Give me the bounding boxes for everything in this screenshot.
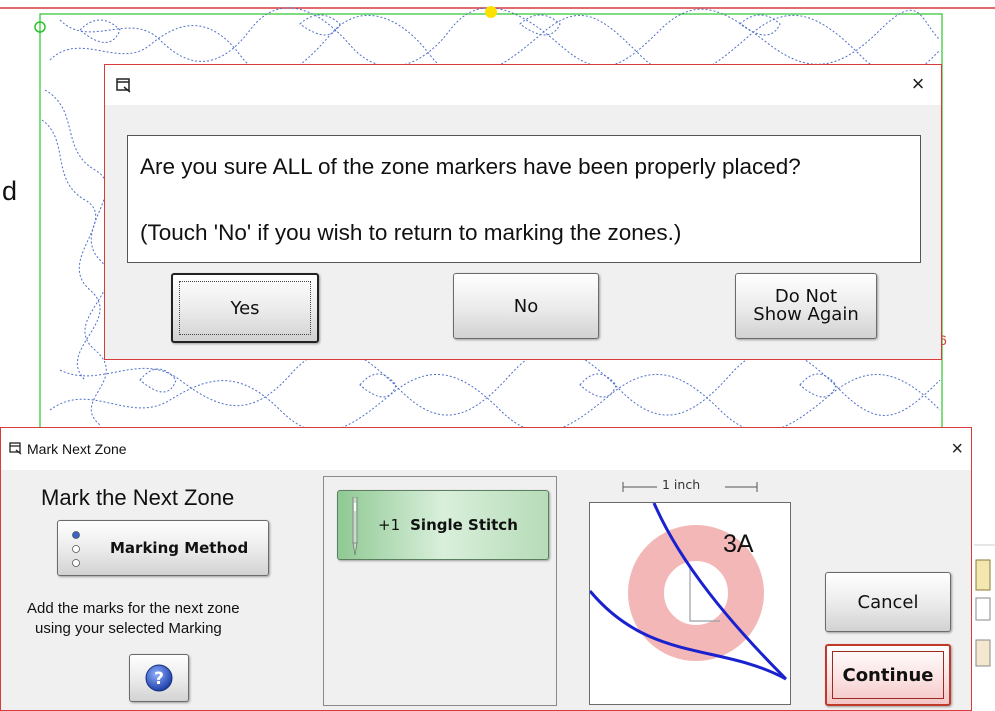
stray-text: d [2,176,18,206]
window-icon [116,78,131,93]
no-label: No [513,295,539,317]
zone-heading: Mark the Next Zone [41,485,235,510]
message-hint: (Touch 'No' if you wish to return to mar… [140,220,682,245]
help-button[interactable]: ? [129,654,189,702]
panel-titlebar: Mark Next Zone × [1,428,971,470]
cancel-label: Cancel [857,591,919,613]
no-button[interactable]: No [453,273,599,339]
single-stitch-button[interactable]: +1 Single Stitch [337,490,549,560]
instructions-line-1: Add the marks for the next zone [27,600,240,617]
do-not-show-again-label: Do Not Show Again [753,288,858,324]
zone-preview [588,502,791,705]
dialog-titlebar: × [105,65,941,105]
marking-method-label: Marking Method [110,539,249,557]
message-box: Are you sure ALL of the zone markers hav… [127,135,921,263]
radio-options-icon [72,531,80,567]
label-line-2: Show Again [753,304,859,325]
do-not-show-again-button[interactable]: Do Not Show Again [735,273,877,339]
help-icon: ? [145,664,173,692]
instructions-line-2: using your selected Marking [35,620,222,637]
continue-button[interactable]: Continue [825,644,951,706]
scale-label: 1 inch [662,477,701,492]
zone-preview-graphic [588,502,788,681]
mark-next-zone-panel: Mark Next Zone × Mark the Next Zone Mark… [0,427,972,711]
close-icon[interactable]: × [905,71,931,97]
focus-rect [832,651,944,699]
needle-icon [352,497,358,555]
single-stitch-label: Single Stitch [410,516,518,534]
stitch-count-label: +1 [378,516,401,534]
panel-title: Mark Next Zone [27,441,127,457]
marking-method-button[interactable]: Marking Method [57,520,269,576]
confirm-dialog: × Are you sure ALL of the zone markers h… [104,64,942,360]
yes-button[interactable]: Yes [171,273,319,343]
help-glyph: ? [154,669,164,689]
close-icon[interactable]: × [951,438,963,461]
zone-label: 3A [723,530,754,558]
focus-rect [179,281,311,335]
cancel-button[interactable]: Cancel [825,572,951,632]
window-icon [9,442,22,455]
message-text: Are you sure ALL of the zone markers hav… [140,154,801,179]
